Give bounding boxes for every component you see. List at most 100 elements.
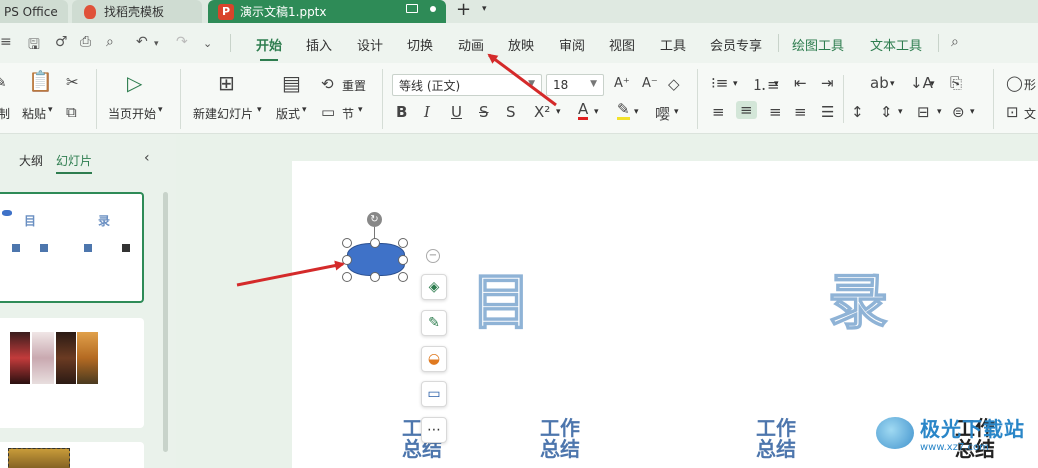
play-dropdown-icon[interactable]: ▾: [158, 105, 163, 115]
resize-handle[interactable]: [398, 272, 408, 282]
tab-wps-office[interactable]: PS Office: [0, 0, 68, 23]
rotate-handle-icon[interactable]: ↻: [367, 212, 382, 227]
menu-design[interactable]: 设计: [357, 35, 383, 54]
link-icon[interactable]: ♂: [55, 34, 68, 50]
justify-icon[interactable]: ≡: [794, 103, 807, 121]
decrease-font-icon[interactable]: A⁻: [642, 76, 658, 91]
resize-handle[interactable]: [370, 238, 380, 248]
font-size-select[interactable]: 18 ▼: [546, 74, 604, 96]
text-direction-icon[interactable]: ab: [870, 74, 889, 92]
item-text-2[interactable]: 工作 总结: [535, 418, 585, 460]
brush-icon[interactable]: ✎: [421, 310, 447, 336]
save-icon[interactable]: 🖫: [28, 34, 40, 58]
fill-icon[interactable]: ◒: [421, 346, 447, 372]
bullet-dropdown-icon[interactable]: ▾: [733, 79, 738, 89]
resize-handle[interactable]: [370, 272, 380, 282]
section-dropdown-icon[interactable]: ▾: [358, 105, 363, 115]
minus-icon[interactable]: −: [426, 249, 440, 263]
new-slide-button[interactable]: 新建幻灯片: [193, 105, 253, 122]
section-button[interactable]: 节: [342, 105, 354, 122]
copy-icon[interactable]: ⧉: [66, 103, 77, 121]
new-slide-icon[interactable]: ⊞: [218, 71, 235, 95]
convert-icon[interactable]: ⎘: [950, 74, 962, 92]
menu-insert[interactable]: 插入: [306, 35, 332, 54]
chevron-down-icon[interactable]: ▾: [482, 4, 487, 14]
align-text-dropdown-icon[interactable]: ▾: [970, 107, 975, 117]
tab-presentation[interactable]: P 演示文稿1.pptx: [208, 0, 446, 23]
paragraph-spacing-dropdown-icon[interactable]: ▾: [898, 107, 903, 117]
more-icon[interactable]: ⋯: [421, 417, 447, 443]
menu-member[interactable]: 会员专享: [710, 35, 762, 54]
phonetic-dropdown-icon[interactable]: ▾: [674, 107, 679, 117]
menu-slideshow[interactable]: 放映: [508, 35, 534, 54]
align-right-icon[interactable]: ≡: [769, 103, 782, 121]
bullet-list-icon[interactable]: ⁝≡: [711, 74, 728, 92]
new-tab-plus-icon[interactable]: +: [456, 0, 471, 20]
menu-icon[interactable]: ≡: [0, 34, 12, 50]
slide-thumbnail-3[interactable]: [0, 442, 144, 468]
font-color-dropdown-icon[interactable]: ▾: [594, 107, 599, 117]
menu-home[interactable]: 开始: [256, 35, 282, 61]
columns-icon[interactable]: ⊟: [917, 103, 930, 121]
slide-title-left[interactable]: 目: [470, 254, 532, 341]
textbox-icon[interactable]: ⊡: [1006, 103, 1019, 121]
text-shadow-icon[interactable]: S: [506, 103, 516, 121]
italic-icon[interactable]: I: [424, 103, 430, 121]
monitor-icon[interactable]: ▭: [421, 381, 447, 407]
text-direction-dropdown-icon[interactable]: ▾: [890, 79, 895, 89]
increase-font-icon[interactable]: A⁺: [614, 76, 630, 91]
clear-format-icon[interactable]: ◇: [668, 75, 680, 93]
highlight-dropdown-icon[interactable]: ▾: [634, 107, 639, 117]
menu-transition[interactable]: 切换: [407, 35, 433, 54]
menu-review[interactable]: 审阅: [559, 35, 585, 54]
increase-indent-icon[interactable]: ⇥: [821, 74, 834, 92]
font-color-icon[interactable]: A: [578, 101, 589, 120]
underline-icon[interactable]: U: [451, 103, 462, 121]
menu-view[interactable]: 视图: [609, 35, 635, 54]
print-preview-icon[interactable]: ⌕: [106, 34, 114, 50]
paste-icon[interactable]: 📋: [28, 69, 53, 93]
numbered-dropdown-icon[interactable]: ▾: [774, 79, 779, 89]
font-family-select[interactable]: 等线 (正文) ▼: [392, 74, 542, 96]
phonetic-icon[interactable]: 嘤: [655, 103, 670, 124]
bold-icon[interactable]: B: [396, 103, 407, 121]
resize-handle[interactable]: [398, 255, 408, 265]
tab-template[interactable]: 找稻壳模板: [72, 0, 202, 23]
new-slide-dropdown-icon[interactable]: ▾: [257, 105, 262, 115]
align-left-icon[interactable]: ≡: [712, 103, 725, 121]
selected-cylinder-shape[interactable]: [347, 243, 405, 276]
resize-handle[interactable]: [342, 255, 352, 265]
strikethrough-icon[interactable]: S: [479, 103, 489, 121]
slide-thumbnail-1[interactable]: 目 录: [0, 192, 144, 303]
undo-dropdown-icon[interactable]: ▾: [154, 39, 159, 49]
distribute-icon[interactable]: ☰: [821, 103, 834, 121]
align-center-icon[interactable]: ≡: [736, 101, 757, 119]
superscript-dropdown-icon[interactable]: ▾: [556, 107, 561, 117]
resize-handle[interactable]: [398, 238, 408, 248]
copy-label[interactable]: 制: [0, 105, 10, 122]
paste-button[interactable]: 粘贴: [22, 105, 46, 122]
play-from-current-button[interactable]: 当页开始: [108, 105, 156, 122]
decrease-indent-icon[interactable]: ⇤: [794, 74, 807, 92]
columns-dropdown-icon[interactable]: ▾: [937, 107, 942, 117]
layers-icon[interactable]: ◈: [421, 274, 447, 300]
align-text-icon[interactable]: ⊜: [952, 103, 965, 121]
undo-icon[interactable]: ↶: [136, 34, 148, 50]
section-icon[interactable]: ▭: [321, 103, 335, 121]
layout-icon[interactable]: ▤: [282, 71, 301, 95]
menu-text-tools[interactable]: 文本工具: [870, 35, 922, 54]
reset-icon[interactable]: ⟲: [321, 75, 334, 93]
collapse-panel-icon[interactable]: ‹: [144, 150, 150, 166]
layout-dropdown-icon[interactable]: ▾: [302, 105, 307, 115]
resize-handle[interactable]: [342, 272, 352, 282]
item-text-3[interactable]: 工作 总结: [751, 418, 801, 460]
reset-button[interactable]: 重置: [342, 77, 366, 94]
layout-button[interactable]: 版式: [276, 105, 300, 122]
highlight-icon[interactable]: ✎: [617, 101, 630, 120]
play-icon[interactable]: ▷: [127, 71, 142, 95]
menu-drawing-tools[interactable]: 绘图工具: [792, 35, 844, 54]
format-painter-icon[interactable]: ✎: [0, 73, 7, 91]
more-chevron-icon[interactable]: ⌄: [203, 37, 212, 50]
slide-thumbnail-2[interactable]: [0, 318, 144, 428]
line-spacing-icon[interactable]: ↕: [851, 103, 864, 121]
